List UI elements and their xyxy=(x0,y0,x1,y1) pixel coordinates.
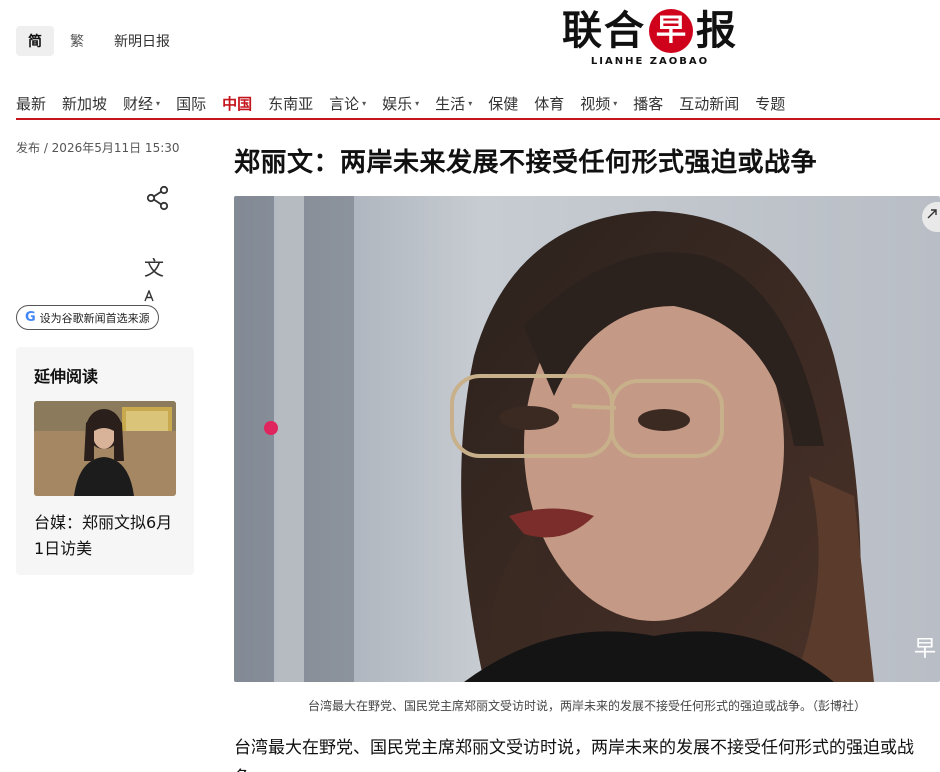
logo-char: 报 xyxy=(696,7,738,54)
chevron-down-icon: ▾ xyxy=(362,98,367,108)
translate-glyph: 文 xyxy=(144,256,164,280)
nav-item-label: 互动新闻 xyxy=(679,94,740,113)
related-article-link[interactable]: 台媒：郑丽文拟6月1日访美 xyxy=(34,510,176,562)
logo-emblem: 早 xyxy=(649,9,693,53)
logo-subtitle: LIANHE ZAOBAO xyxy=(590,56,710,67)
google-preferred-source-button[interactable]: G 设为谷歌新闻首选来源 xyxy=(16,305,159,330)
nav-item[interactable]: 保健 xyxy=(488,88,518,118)
nav-item[interactable]: 娱乐 ▾ xyxy=(382,88,419,118)
language-switcher: 简 繁 新明日报 xyxy=(16,26,170,56)
related-reading-card: 延伸阅读 台媒：郑丽文拟6月1日访美 xyxy=(16,347,194,575)
chevron-down-icon: ▾ xyxy=(156,98,161,108)
image-caption: 台湾最大在野党、国民党主席郑丽文受访时说，两岸未来的发展不接受任何形式的强迫或战… xyxy=(307,699,866,713)
hero-image: 早 xyxy=(234,196,940,682)
nav-item-label: 生活 xyxy=(435,94,466,113)
publish-timestamp: 发布 / 2026年5月11日 15:30 xyxy=(16,141,180,155)
nav-item[interactable]: 东南亚 xyxy=(268,88,313,118)
related-article-thumbnail[interactable] xyxy=(34,401,176,496)
chevron-down-icon: ▾ xyxy=(415,98,420,108)
nav-item-label: 保健 xyxy=(488,94,519,113)
nav-item-label: 财经 xyxy=(123,94,154,113)
logo-char: 合 xyxy=(604,7,646,54)
nav-item-label: 新加坡 xyxy=(62,94,108,113)
nav-item[interactable]: 互动新闻 xyxy=(679,88,739,118)
lang-traditional-button[interactable]: 繁 xyxy=(58,26,96,56)
chevron-down-icon: ▾ xyxy=(468,98,473,108)
nav-item-label: 视频 xyxy=(580,94,611,113)
nav-item-label: 娱乐 xyxy=(382,94,413,113)
nav-item-label: 最新 xyxy=(16,94,47,113)
chevron-down-icon: ▾ xyxy=(613,98,618,108)
lang-simplified-button[interactable]: 简 xyxy=(16,26,54,56)
nav-item-label: 东南亚 xyxy=(268,94,314,113)
watermark: 早 xyxy=(914,637,936,662)
nav-item[interactable]: 视频 ▾ xyxy=(580,88,617,118)
article-body: 台湾最大在野党、国民党主席郑丽文受访时说，两岸未来的发展不接受任何形式的强迫或战… xyxy=(234,738,914,772)
logo-char: 早 xyxy=(656,13,686,48)
google-pill-label: 设为谷歌新闻首选来源 xyxy=(39,311,150,325)
main-nav: 最新 新加坡 财经 ▾ 国际 中国 东南亚 言论 ▾ 娱乐 ▾ 生活 ▾ 保健 体育 视频 ▾ 播客 互动新闻 专题 xyxy=(16,88,940,120)
indicator-dot xyxy=(264,421,278,435)
nav-item-label: 专题 xyxy=(755,94,786,113)
translate-icon[interactable]: 文 xyxy=(144,252,172,302)
nav-item[interactable]: 中国 xyxy=(222,88,252,118)
nav-item[interactable]: 最新 xyxy=(16,88,46,118)
nav-item-label: 言论 xyxy=(329,94,360,113)
nav-item[interactable]: 新加坡 xyxy=(62,88,107,118)
nav-item-label: 中国 xyxy=(222,94,253,113)
google-icon: G xyxy=(25,310,36,325)
nav-item-label: 播客 xyxy=(633,94,664,113)
nav-item[interactable]: 专题 xyxy=(755,88,785,118)
nav-item[interactable]: 播客 xyxy=(633,88,663,118)
logo-char: 联 xyxy=(562,7,604,54)
nav-item[interactable]: 生活 ▾ xyxy=(435,88,472,118)
nav-item[interactable]: 国际 xyxy=(176,88,206,118)
related-reading-title: 延伸阅读 xyxy=(34,367,99,386)
nav-item-label: 国际 xyxy=(176,94,207,113)
article-headline: 郑丽文：两岸未来发展不接受任何形式强迫或战争 xyxy=(234,148,818,178)
xinming-ribao-link[interactable]: 新明日报 xyxy=(114,31,170,51)
nav-item-label: 体育 xyxy=(534,94,565,113)
share-icon[interactable] xyxy=(144,184,172,212)
nav-item[interactable]: 体育 xyxy=(534,88,564,118)
site-logo[interactable]: 联 合 早 报 LIANHE ZAOBAO xyxy=(540,6,760,67)
nav-item[interactable]: 言论 ▾ xyxy=(329,88,366,118)
nav-item[interactable]: 财经 ▾ xyxy=(123,88,160,118)
